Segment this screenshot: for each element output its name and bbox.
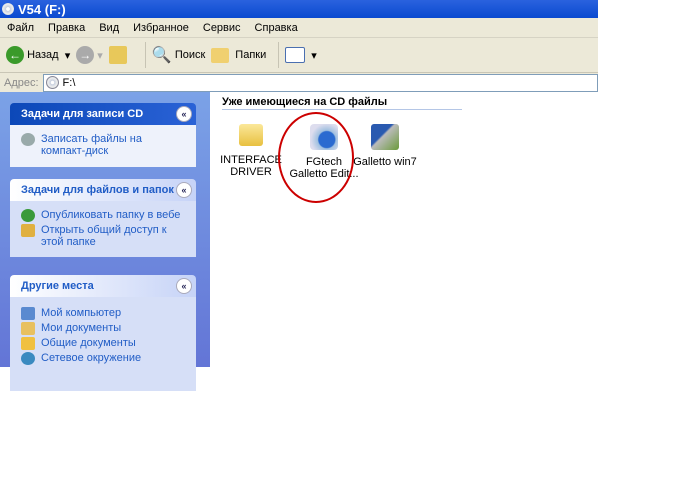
toolbar-separator [278,42,280,68]
back-button[interactable]: ← Назад ▾ [6,46,70,64]
network-link[interactable]: Сетевое окружение [21,352,188,365]
folders-label: Папки [235,49,267,61]
file-view: Уже имеющиеся на CD файлы INTERFACE DRIV… [210,92,598,367]
forward-button[interactable]: → ▾ [76,46,103,64]
publish-folder-link[interactable]: Опубликовать папку в вебе [21,209,188,222]
network-icon [21,352,35,365]
panel-header[interactable]: Задачи для записи CD « [10,103,196,125]
link-label: Мои документы [41,322,122,334]
panel-body: Мой компьютер Мои документы Общие докуме… [10,297,196,391]
address-label: Адрес: [4,76,39,89]
views-button[interactable]: ▾ [285,47,317,63]
my-computer-link[interactable]: Мой компьютер [21,307,188,320]
link-label: Открыть общий доступ к этой папке [41,224,167,248]
menu-file[interactable]: Файл [7,22,34,34]
panel-title: Задачи для записи CD [21,108,144,120]
file-name: INTERFACE DRIVER [220,154,282,178]
link-label: Мой компьютер [41,307,122,319]
toolbar-separator [144,42,146,68]
views-icon [285,47,306,63]
folders-icon [211,47,230,63]
panel-title: Задачи для файлов и папок [21,184,174,196]
installer-icon [371,124,399,150]
menu-edit[interactable]: Правка [48,22,85,34]
up-folder-button[interactable] [108,46,133,64]
menu-favorites[interactable]: Избранное [133,22,189,34]
panel-title: Другие места [21,280,94,292]
toolbar: ← Назад ▾ → ▾ 🔍 Поиск Папки ▾ [0,38,598,73]
panel-header[interactable]: Другие места « [10,275,196,297]
collapse-icon[interactable]: « [176,278,192,294]
my-documents-link[interactable]: Мои документы [21,322,188,335]
link-label: Записать файлы на компакт-диск [41,133,142,157]
search-label: Поиск [174,49,206,61]
cd-icon [2,3,14,15]
computer-icon [21,307,35,320]
panel-body: Записать файлы на компакт-диск [10,125,196,167]
file-name: Galletto win7 [353,156,417,168]
share-folder-icon [21,224,35,237]
folder-icon [239,124,263,146]
link-label: Сетевое окружение [41,352,142,364]
menu-tools[interactable]: Сервис [203,22,241,34]
forward-arrow-icon: → [76,46,95,64]
panel-cd-tasks: Задачи для записи CD « Записать файлы на … [10,103,196,167]
burn-files-link[interactable]: Записать файлы на компакт-диск [21,133,188,157]
collapse-icon[interactable]: « [176,182,192,198]
share-folder-link[interactable]: Открыть общий доступ к этой папке [21,224,188,248]
title-bar: V54 (F:) [0,0,598,18]
highlight-circle [278,112,354,203]
globe-icon [21,209,35,222]
search-icon: 🔍 [151,47,172,64]
address-input[interactable]: F:\ [42,73,598,92]
file-item[interactable]: Galletto win7 [350,124,420,168]
up-folder-icon [108,46,127,64]
link-label: Общие документы [41,337,136,349]
panel-body: Опубликовать папку в вебе Открыть общий … [10,201,196,257]
menu-view[interactable]: Вид [99,22,119,34]
panel-file-tasks: Задачи для файлов и папок « Опубликовать … [10,179,196,257]
task-pane: Задачи для записи CD « Записать файлы на … [0,92,210,391]
menu-help[interactable]: Справка [255,22,298,34]
window-title: V54 (F:) [18,1,66,17]
burn-cd-icon [21,133,35,146]
group-header: Уже имеющиеся на CD файлы [222,96,462,110]
shared-documents-link[interactable]: Общие документы [21,337,188,350]
panel-header[interactable]: Задачи для файлов и папок « [10,179,196,201]
cd-drive-icon [45,76,59,89]
panel-other-places: Другие места « Мой компьютер Мои документ… [10,275,196,391]
address-value: F:\ [62,76,76,89]
documents-icon [21,322,35,335]
folders-button[interactable]: Папки [211,47,267,63]
back-arrow-icon: ← [6,46,24,64]
link-label: Опубликовать папку в вебе [41,209,181,221]
menu-bar: Файл Правка Вид Избранное Сервис Справка [0,18,598,38]
collapse-icon[interactable]: « [176,106,192,122]
file-item[interactable]: INTERFACE DRIVER [216,124,286,178]
search-button[interactable]: 🔍 Поиск [152,45,205,65]
folder-icon [21,337,35,350]
back-label: Назад [27,49,59,61]
address-bar: Адрес: F:\ [0,73,598,92]
